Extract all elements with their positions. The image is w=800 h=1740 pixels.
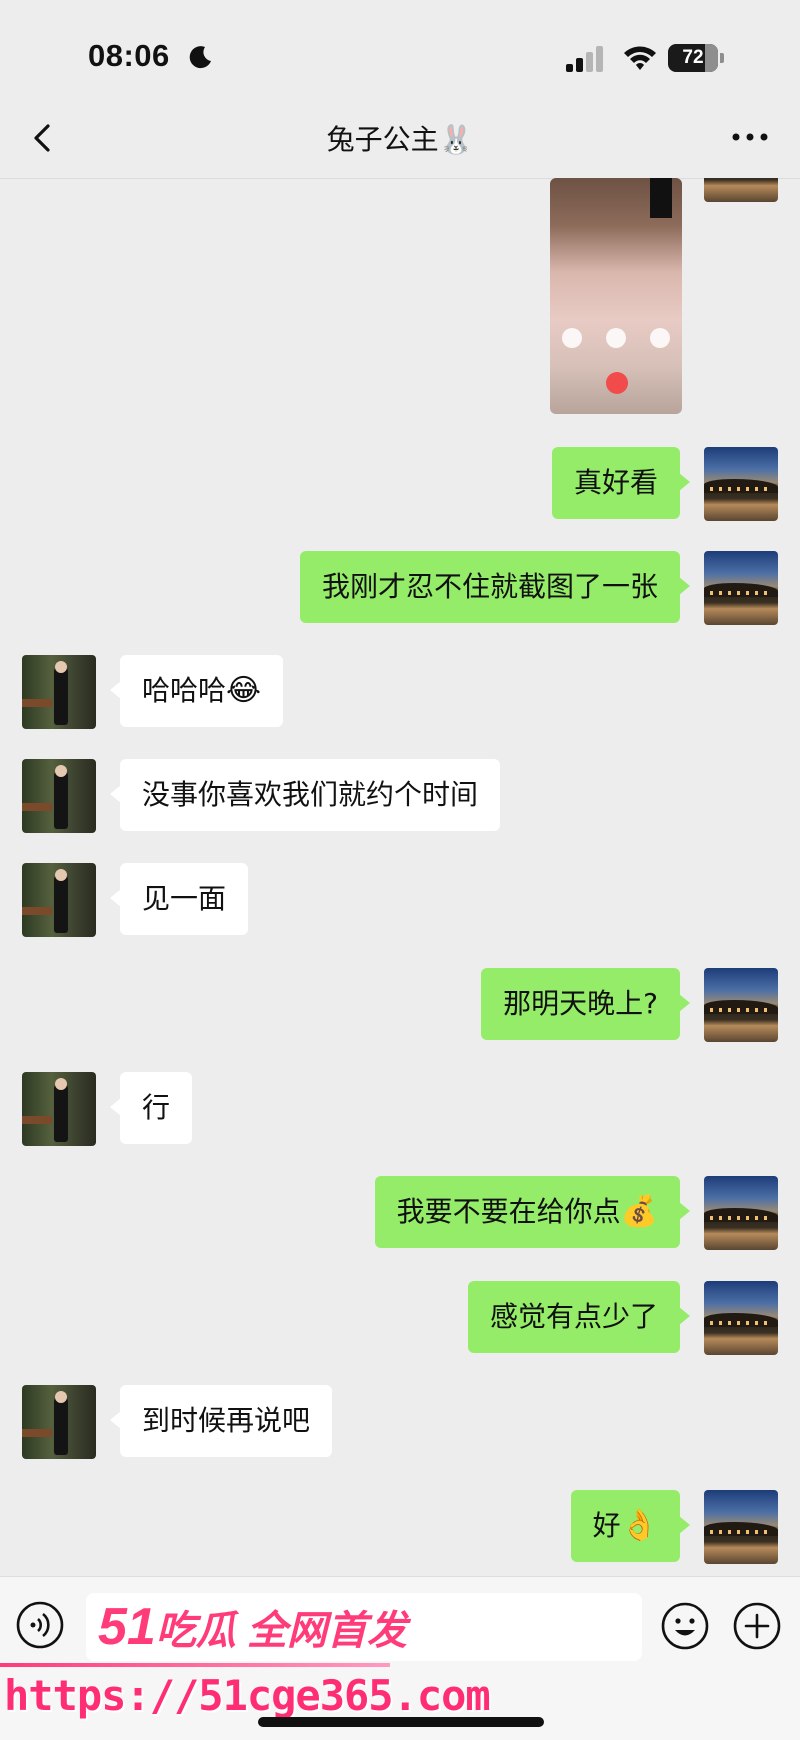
moon-icon <box>189 46 211 69</box>
plus-icon[interactable] <box>732 1601 782 1651</box>
home-indicator <box>258 1717 544 1727</box>
battery-icon: 72 <box>668 44 726 72</box>
avatar[interactable] <box>704 1176 778 1250</box>
laughing-emoji: 😂 <box>226 673 262 708</box>
message-bubble[interactable]: 到时候再说吧 <box>109 1385 333 1457</box>
avatar[interactable] <box>22 1385 96 1459</box>
message-bubble[interactable]: 我要不要在给你点💰 <box>374 1176 691 1248</box>
avatar[interactable] <box>22 1072 96 1146</box>
emoji-icon[interactable] <box>660 1601 710 1651</box>
more-icon[interactable] <box>730 122 770 152</box>
message-bubble[interactable]: 那明天晚上? <box>481 968 690 1040</box>
avatar[interactable] <box>704 1281 778 1355</box>
watermark-url: https://51cge365.com <box>4 1671 491 1720</box>
money-bag-emoji: 💰 <box>620 1194 658 1229</box>
message-bubble[interactable]: 好👌 <box>570 1490 691 1562</box>
message-bubble[interactable]: 行 <box>109 1072 193 1144</box>
avatar[interactable] <box>704 551 778 625</box>
chat-title: 兔子公主🐰 <box>326 123 474 156</box>
avatar[interactable] <box>22 863 96 937</box>
hangup-icon <box>606 372 628 394</box>
avatar[interactable] <box>22 759 96 833</box>
status-time: 08:06 <box>88 38 170 73</box>
signal-icon <box>566 46 603 72</box>
status-bar: 08:06 72 <box>0 0 800 100</box>
battery-level: 72 <box>682 47 704 68</box>
watermark-divider <box>0 1663 390 1667</box>
chat-header: 兔子公主🐰 <box>0 100 800 179</box>
input-bar: 51吃瓜 全网首发 https://51cge365.com <box>0 1576 800 1740</box>
ok-hand-emoji: 👌 <box>620 1508 658 1543</box>
avatar[interactable] <box>704 968 778 1042</box>
watermark-brand: 51吃瓜 全网首发 <box>98 1598 407 1656</box>
message-bubble[interactable]: 感觉有点少了 <box>467 1281 691 1353</box>
image-message[interactable] <box>550 178 682 414</box>
message-bubble[interactable]: 没事你喜欢我们就约个时间 <box>109 759 501 831</box>
message-bubble[interactable]: 真好看 <box>551 447 691 519</box>
message-bubble[interactable]: 见一面 <box>109 863 249 935</box>
voice-icon[interactable] <box>16 1601 64 1649</box>
avatar[interactable] <box>22 655 96 729</box>
wifi-icon <box>624 46 656 70</box>
message-bubble[interactable]: 哈哈哈😂 <box>109 655 284 727</box>
avatar[interactable] <box>704 1490 778 1564</box>
message-bubble[interactable]: 我刚才忍不住就截图了一张 <box>299 551 691 623</box>
avatar[interactable] <box>704 447 778 521</box>
